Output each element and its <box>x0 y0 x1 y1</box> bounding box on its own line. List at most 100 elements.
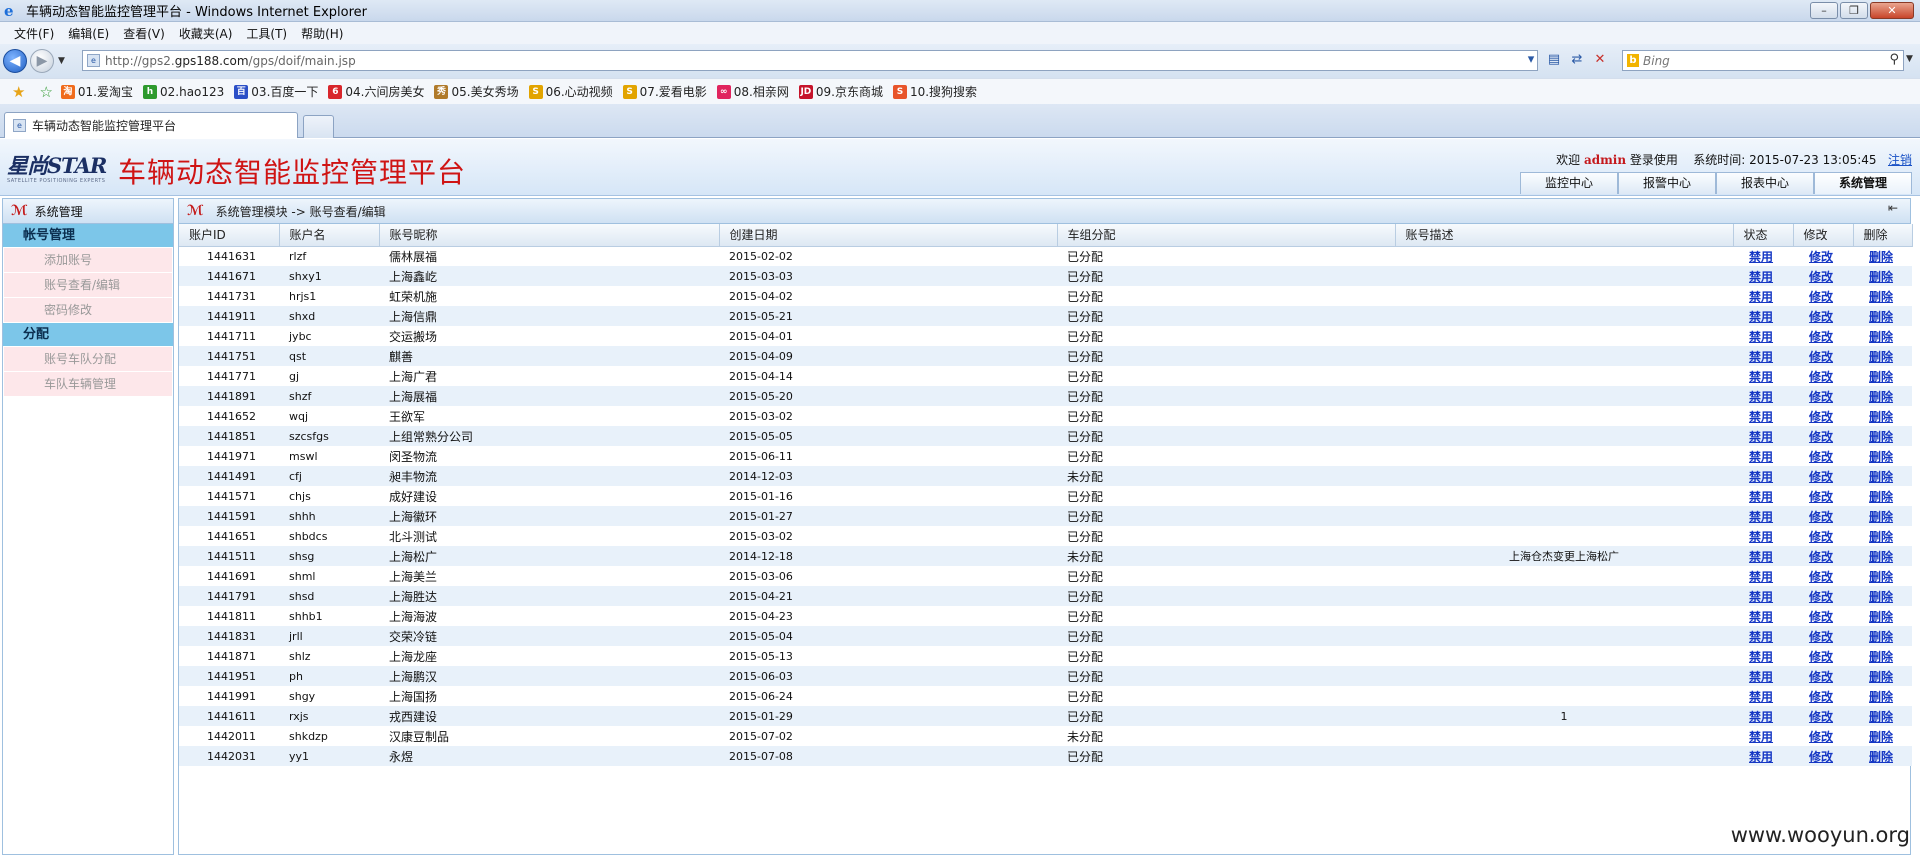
delete-link[interactable]: 删除 <box>1869 630 1893 644</box>
edit-link[interactable]: 修改 <box>1809 650 1833 664</box>
menu-favorites[interactable]: 收藏夹(A) <box>179 25 233 42</box>
delete-link[interactable]: 删除 <box>1869 730 1893 744</box>
delete-link[interactable]: 删除 <box>1869 510 1893 524</box>
favorites-star-icon[interactable]: ★ <box>12 83 25 101</box>
edit-link[interactable]: 修改 <box>1809 350 1833 364</box>
edit-link[interactable]: 修改 <box>1809 330 1833 344</box>
favorite-link[interactable]: S 06.心动视频 <box>528 83 613 100</box>
sidebar-item-change-password[interactable]: 密码修改 <box>4 298 172 322</box>
disable-link[interactable]: 禁用 <box>1749 270 1773 284</box>
search-dropdown-icon[interactable]: ▼ <box>1906 54 1913 64</box>
favorite-link[interactable]: 淘 01.爱淘宝 <box>60 83 133 100</box>
edit-link[interactable]: 修改 <box>1809 670 1833 684</box>
disable-link[interactable]: 禁用 <box>1749 530 1773 544</box>
logout-link[interactable]: 注销 <box>1888 153 1912 167</box>
favorite-link[interactable]: 百 03.百度一下 <box>234 83 318 100</box>
delete-link[interactable]: 删除 <box>1869 470 1893 484</box>
delete-link[interactable]: 删除 <box>1869 530 1893 544</box>
disable-link[interactable]: 禁用 <box>1749 390 1773 404</box>
new-tab-button[interactable] <box>303 115 334 138</box>
disable-link[interactable]: 禁用 <box>1749 750 1773 764</box>
edit-link[interactable]: 修改 <box>1809 290 1833 304</box>
edit-link[interactable]: 修改 <box>1809 410 1833 424</box>
sidebar-item-fleet-vehicle-manage[interactable]: 车队车辆管理 <box>4 372 172 396</box>
disable-link[interactable]: 禁用 <box>1749 490 1773 504</box>
restore-button[interactable]: ❐ <box>1840 2 1868 19</box>
sidebar-item-account-fleet-assign[interactable]: 账号车队分配 <box>4 347 172 371</box>
delete-link[interactable]: 删除 <box>1869 330 1893 344</box>
sidebar-group-assign[interactable]: 分配 <box>3 323 173 347</box>
delete-link[interactable]: 删除 <box>1869 430 1893 444</box>
menu-file[interactable]: 文件(F) <box>14 25 54 42</box>
disable-link[interactable]: 禁用 <box>1749 730 1773 744</box>
delete-link[interactable]: 删除 <box>1869 350 1893 364</box>
disable-link[interactable]: 禁用 <box>1749 570 1773 584</box>
favorite-link[interactable]: ∞ 08.相亲网 <box>716 83 789 100</box>
edit-link[interactable]: 修改 <box>1809 250 1833 264</box>
history-dropdown-icon[interactable]: ▼ <box>58 56 65 66</box>
edit-link[interactable]: 修改 <box>1809 750 1833 764</box>
edit-link[interactable]: 修改 <box>1809 530 1833 544</box>
favorite-link[interactable]: JD 09.京东商城 <box>798 83 883 100</box>
disable-link[interactable]: 禁用 <box>1749 710 1773 724</box>
edit-link[interactable]: 修改 <box>1809 690 1833 704</box>
delete-link[interactable]: 删除 <box>1869 570 1893 584</box>
disable-link[interactable]: 禁用 <box>1749 250 1773 264</box>
col-created-date[interactable]: 创建日期 <box>719 224 1058 247</box>
delete-link[interactable]: 删除 <box>1869 610 1893 624</box>
favorite-link[interactable]: S 10.搜狗搜索 <box>892 83 977 100</box>
col-account-id[interactable]: 账户ID <box>179 224 280 247</box>
edit-link[interactable]: 修改 <box>1809 270 1833 284</box>
sidebar-item-view-edit-account[interactable]: 账号查看/编辑 <box>4 273 172 297</box>
edit-link[interactable]: 修改 <box>1809 470 1833 484</box>
tab-report-center[interactable]: 报表中心 <box>1716 172 1814 194</box>
forward-arrow-icon[interactable]: ▶ <box>30 49 54 73</box>
edit-link[interactable]: 修改 <box>1809 370 1833 384</box>
col-group-assignment[interactable]: 车组分配 <box>1057 224 1396 247</box>
disable-link[interactable]: 禁用 <box>1749 650 1773 664</box>
disable-link[interactable]: 禁用 <box>1749 630 1773 644</box>
disable-link[interactable]: 禁用 <box>1749 290 1773 304</box>
tab-system-management[interactable]: 系统管理 <box>1814 172 1912 194</box>
edit-link[interactable]: 修改 <box>1809 390 1833 404</box>
minimize-button[interactable]: – <box>1810 2 1838 19</box>
delete-link[interactable]: 删除 <box>1869 410 1893 424</box>
add-favorite-icon[interactable]: ☆ <box>39 83 52 101</box>
delete-link[interactable]: 删除 <box>1869 750 1893 764</box>
delete-link[interactable]: 删除 <box>1869 450 1893 464</box>
sidebar-item-add-account[interactable]: 添加账号 <box>4 248 172 272</box>
delete-link[interactable]: 删除 <box>1869 670 1893 684</box>
edit-link[interactable]: 修改 <box>1809 730 1833 744</box>
edit-link[interactable]: 修改 <box>1809 550 1833 564</box>
delete-link[interactable]: 删除 <box>1869 650 1893 664</box>
disable-link[interactable]: 禁用 <box>1749 590 1773 604</box>
search-icon[interactable]: ⚲ <box>1889 52 1899 67</box>
delete-link[interactable]: 删除 <box>1869 550 1893 564</box>
edit-link[interactable]: 修改 <box>1809 610 1833 624</box>
disable-link[interactable]: 禁用 <box>1749 610 1773 624</box>
delete-link[interactable]: 删除 <box>1869 370 1893 384</box>
refresh-icon[interactable]: ⇄ <box>1569 52 1585 67</box>
address-dropdown-icon[interactable]: ▾ <box>1523 52 1539 67</box>
edit-link[interactable]: 修改 <box>1809 450 1833 464</box>
disable-link[interactable]: 禁用 <box>1749 350 1773 364</box>
edit-link[interactable]: 修改 <box>1809 590 1833 604</box>
disable-link[interactable]: 禁用 <box>1749 330 1773 344</box>
delete-link[interactable]: 删除 <box>1869 310 1893 324</box>
edit-link[interactable]: 修改 <box>1809 310 1833 324</box>
collapse-icon[interactable]: ⇤ <box>1888 201 1898 215</box>
disable-link[interactable]: 禁用 <box>1749 430 1773 444</box>
edit-link[interactable]: 修改 <box>1809 490 1833 504</box>
delete-link[interactable]: 删除 <box>1869 270 1893 284</box>
search-box[interactable]: b Bing ⚲ <box>1622 50 1904 71</box>
menu-view[interactable]: 查看(V) <box>123 25 165 42</box>
delete-link[interactable]: 删除 <box>1869 710 1893 724</box>
close-window-button[interactable]: ✕ <box>1870 2 1914 19</box>
browser-tab-active[interactable]: e 车辆动态智能监控管理平台 <box>4 112 298 138</box>
tab-alarm-center[interactable]: 报警中心 <box>1618 172 1716 194</box>
edit-link[interactable]: 修改 <box>1809 710 1833 724</box>
disable-link[interactable]: 禁用 <box>1749 370 1773 384</box>
delete-link[interactable]: 删除 <box>1869 290 1893 304</box>
disable-link[interactable]: 禁用 <box>1749 550 1773 564</box>
col-nickname[interactable]: 账号昵称 <box>379 224 720 247</box>
